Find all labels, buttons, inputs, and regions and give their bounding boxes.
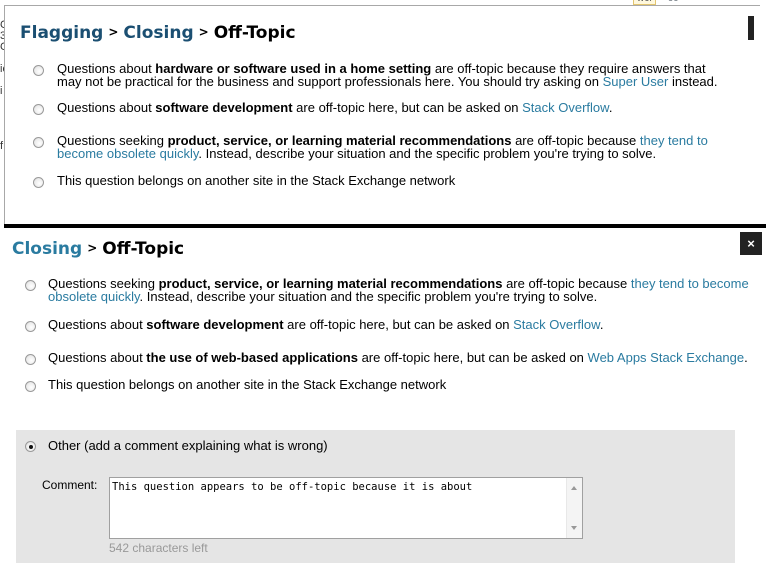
radio-button[interactable] — [33, 137, 44, 148]
option-another-site[interactable]: This question belongs on another site in… — [20, 174, 720, 188]
scroll-down-icon[interactable] — [571, 526, 577, 530]
stack-overflow-link[interactable]: Stack Overflow — [522, 100, 609, 115]
breadcrumb-flagging[interactable]: Flagging — [20, 23, 103, 43]
tag-count: × 60 — [659, 0, 679, 4]
tag-label[interactable]: wcf — [633, 0, 656, 5]
option-another-site[interactable]: This question belongs on another site in… — [12, 378, 752, 392]
characters-left-counter: 542 characters left — [109, 541, 208, 555]
option-software-development[interactable]: Questions about software development are… — [12, 317, 752, 332]
option-software-development[interactable]: Questions about software development are… — [20, 100, 720, 115]
radio-button[interactable] — [33, 177, 44, 188]
breadcrumb-current: Off-Topic — [102, 239, 185, 259]
breadcrumb: Closing > Off-Topic — [12, 236, 752, 263]
comment-box: This question appears to be off-topic be… — [109, 477, 583, 539]
scroll-up-icon[interactable] — [571, 486, 577, 490]
breadcrumb-separator: > — [108, 25, 119, 39]
stack-overflow-link[interactable]: Stack Overflow — [513, 317, 600, 332]
breadcrumb-closing[interactable]: Closing — [123, 23, 193, 43]
background-dialog-top-border — [4, 5, 760, 6]
breadcrumb-separator: > — [87, 241, 98, 255]
background-tag: wcf× 60 — [633, 0, 679, 5]
radio-button[interactable] — [25, 381, 36, 392]
background-dialog-left-border — [4, 5, 5, 227]
radio-button-selected[interactable] — [25, 441, 36, 452]
radio-button[interactable] — [25, 280, 36, 291]
option-recommendations[interactable]: Questions seeking product, service, or l… — [12, 277, 752, 303]
background-scrollbar-thumb[interactable] — [748, 16, 754, 40]
close-dialog: Closing > Off-Topic Questions seeking prod… — [12, 236, 752, 392]
breadcrumb: Flagging > Closing > Off-Topic — [20, 20, 720, 47]
option-other[interactable]: Other (add a comment explaining what is … — [16, 439, 328, 452]
screenshot-divider — [4, 224, 766, 228]
background-page-text-fragment: C 3 C ic i f — [0, 20, 4, 152]
other-option-panel: Other (add a comment explaining what is … — [16, 430, 735, 563]
breadcrumb-closing[interactable]: Closing — [12, 239, 82, 259]
option-web-applications[interactable]: Questions about the use of web-based app… — [12, 350, 752, 365]
breadcrumb-current: Off-Topic — [213, 23, 296, 43]
radio-button[interactable] — [25, 321, 36, 332]
option-recommendations[interactable]: Questions seeking product, service, or l… — [20, 134, 720, 160]
background-close-dialog: Flagging > Closing > Off-Topic Questions abo… — [20, 20, 720, 188]
radio-button[interactable] — [25, 354, 36, 365]
breadcrumb-separator: > — [198, 25, 209, 39]
web-apps-link[interactable]: Web Apps Stack Exchange — [588, 350, 745, 365]
option-home-setting[interactable]: Questions about hardware or software use… — [20, 62, 720, 88]
comment-scrollbar[interactable] — [566, 478, 582, 538]
radio-button[interactable] — [33, 104, 44, 115]
comment-textarea[interactable]: This question appears to be off-topic be… — [110, 478, 566, 538]
super-user-link[interactable]: Super User — [603, 74, 669, 89]
comment-label: Comment: — [42, 478, 98, 492]
radio-button[interactable] — [33, 65, 44, 76]
